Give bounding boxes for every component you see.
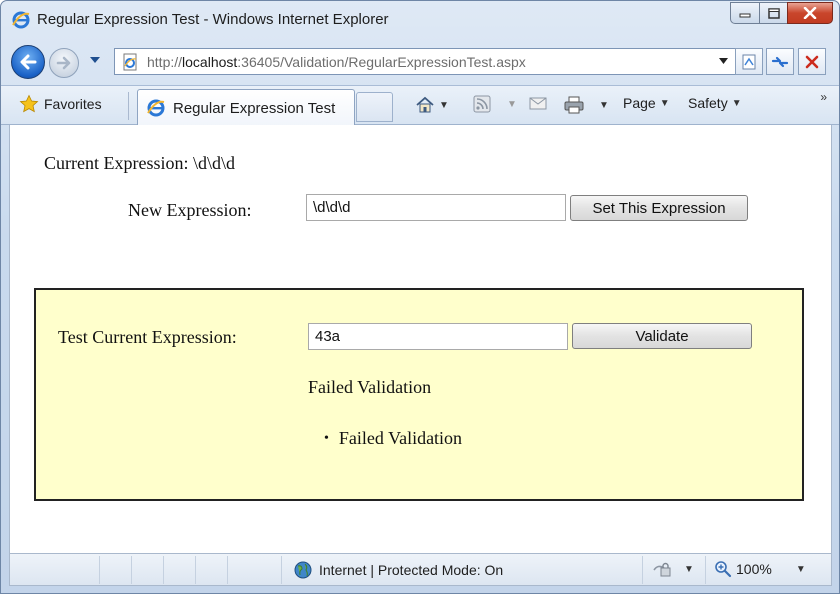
rss-feeds-icon — [473, 95, 491, 113]
status-cell — [132, 556, 164, 584]
chevron-down-icon: ▼ — [795, 563, 806, 575]
status-cell — [228, 556, 282, 584]
forward-button[interactable] — [49, 48, 79, 78]
back-button[interactable] — [11, 45, 45, 79]
compatibility-view-button[interactable] — [735, 48, 763, 75]
page-icon — [123, 53, 137, 70]
test-panel: Test Current Expression: 43a Validate Fa… — [34, 288, 804, 501]
chevron-down-icon: ▼ — [731, 97, 742, 109]
window-title: Regular Expression Test - Windows Intern… — [37, 11, 389, 28]
compatibility-view-icon — [742, 54, 756, 69]
address-dropdown-icon[interactable] — [718, 57, 729, 65]
command-bar: Favorites Regular Expression Test ▼ ▼ ▼ — [1, 85, 839, 126]
toolbar-divider — [128, 92, 129, 120]
home-button[interactable]: ▼ — [415, 95, 449, 115]
current-expression-value: \d\d\d — [192, 153, 235, 173]
zoom-level: 100% — [736, 561, 772, 577]
page-menu[interactable]: Page ▼ — [623, 95, 670, 111]
bullet-icon: • — [324, 430, 329, 446]
new-expression-input[interactable]: \d\d\d — [306, 194, 566, 221]
address-bar[interactable]: http://localhost:36405/Validation/Regula… — [114, 48, 736, 75]
url-host: localhost — [182, 53, 238, 70]
page-content: Current Expression: \d\d\d New Expressio… — [9, 125, 832, 553]
url-path: :36405/Validation/RegularExpressionTest.… — [237, 53, 526, 70]
validate-button[interactable]: Validate — [572, 323, 752, 349]
current-expression: Current Expression: \d\d\d — [44, 153, 235, 174]
new-tab-button[interactable] — [356, 92, 393, 122]
print-button[interactable]: ▼ — [563, 95, 609, 115]
tab-label: Regular Expression Test — [173, 99, 336, 117]
safety-menu-label: Safety — [688, 95, 728, 111]
minimize-icon — [739, 13, 751, 18]
protected-mode-button[interactable]: ▼ — [652, 560, 694, 578]
status-cell — [164, 556, 196, 584]
chevron-down-icon: ▼ — [439, 99, 449, 111]
read-mail-icon — [529, 97, 547, 110]
print-icon — [564, 96, 584, 114]
current-expression-label: Current Expression: — [44, 153, 189, 173]
favorites-label: Favorites — [44, 96, 102, 112]
chevron-down-icon: ▼ — [599, 99, 609, 111]
browser-window: Regular Expression Test - Windows Intern… — [0, 0, 840, 594]
minimize-button[interactable] — [730, 2, 759, 24]
chevron-down-icon: ▼ — [659, 97, 670, 109]
maximize-icon — [767, 7, 780, 19]
tab-regular-expression-test[interactable]: Regular Expression Test — [137, 89, 355, 126]
navigation-bar: http://localhost:36405/Validation/Regula… — [1, 39, 839, 85]
stop-button[interactable] — [798, 48, 826, 75]
window-controls — [730, 2, 833, 24]
summary-item: Failed Validation — [338, 428, 463, 448]
status-cell — [100, 556, 132, 584]
url-prefix: http:// — [147, 53, 183, 70]
new-expression-label: New Expression: — [128, 200, 252, 220]
safety-menu[interactable]: Safety ▼ — [688, 95, 742, 111]
refresh-icon — [771, 56, 789, 67]
title-bar[interactable]: Regular Expression Test - Windows Intern… — [1, 1, 839, 39]
forward-arrow-icon — [56, 56, 71, 70]
security-zone[interactable]: Internet | Protected Mode: On — [293, 560, 503, 580]
favorites-button[interactable]: Favorites — [19, 94, 102, 114]
set-expression-button[interactable]: Set This Expression — [570, 195, 748, 221]
ie-logo-icon — [147, 99, 165, 117]
chevron-down-icon: ▼ — [684, 563, 694, 575]
read-mail-button[interactable] — [529, 95, 547, 111]
ie-logo-icon — [12, 11, 30, 29]
globe-icon — [294, 561, 312, 579]
lock-icon — [653, 562, 671, 577]
refresh-button[interactable] — [766, 48, 794, 75]
close-window-button[interactable] — [787, 2, 833, 24]
zoom-control[interactable]: 100% ▼ — [714, 560, 806, 578]
status-bar: Internet | Protected Mode: On ▼ 100% ▼ — [9, 553, 832, 586]
stop-icon — [805, 55, 819, 68]
status-divider — [705, 556, 706, 584]
url-text: http://localhost:36405/Validation/Regula… — [147, 54, 526, 70]
favorites-star-icon — [19, 94, 39, 113]
validator-message: Failed Validation — [308, 377, 432, 397]
status-cell — [196, 556, 228, 584]
status-divider — [642, 556, 643, 584]
feeds-button[interactable]: ▼ — [473, 95, 517, 113]
page-menu-label: Page — [623, 95, 656, 111]
zone-text: Internet | Protected Mode: On — [319, 562, 504, 578]
toolbar-overflow-button[interactable]: » — [820, 90, 827, 104]
home-icon — [416, 96, 434, 113]
maximize-button[interactable] — [759, 2, 787, 24]
close-icon — [803, 7, 817, 19]
chevron-down-icon: ▼ — [507, 98, 517, 110]
recent-pages-dropdown[interactable] — [89, 56, 101, 64]
zoom-icon — [715, 561, 732, 578]
test-value-input[interactable]: 43a — [308, 323, 568, 350]
status-cell — [10, 556, 100, 584]
test-expression-label: Test Current Expression: — [58, 327, 237, 347]
back-arrow-icon — [20, 54, 37, 70]
validation-summary: • Failed Validation — [324, 428, 462, 449]
